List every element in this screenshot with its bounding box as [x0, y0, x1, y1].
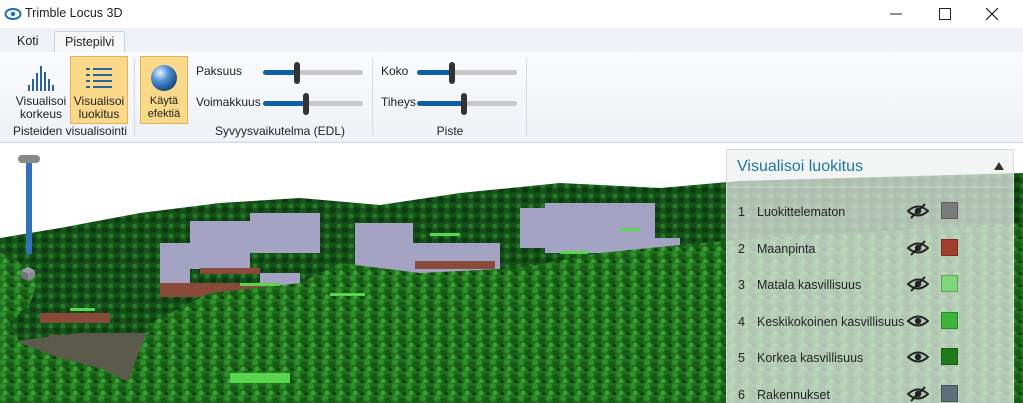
class-number: 3 — [738, 278, 745, 292]
slider-thumb[interactable] — [461, 93, 467, 115]
koko-label: Koko — [381, 64, 409, 78]
tiheys-slider[interactable] — [417, 93, 517, 115]
class-color-swatch[interactable] — [941, 238, 958, 256]
hidden-eye-icon[interactable] — [907, 276, 929, 292]
slider-fill — [263, 101, 306, 106]
class-row[interactable]: 6 Rakennukset — [727, 380, 1013, 403]
visualize-height-button[interactable]: Visualisoi korkeus — [12, 56, 70, 124]
navigation-widget — [8, 148, 48, 296]
paksuus-label: Paksuus — [196, 64, 243, 78]
hidden-eye-icon[interactable] — [907, 239, 929, 256]
maximize-icon — [939, 8, 951, 20]
tab-pistepilvi[interactable]: Pistepilvi — [54, 31, 126, 54]
panel-divider — [727, 187, 1013, 188]
koko-slider[interactable] — [417, 62, 517, 84]
group-divider — [526, 58, 527, 136]
view-cube-icon[interactable] — [20, 266, 36, 282]
slider-fill — [417, 101, 464, 106]
class-name: Luokittelematon — [757, 205, 846, 219]
zoom-slider-thumb[interactable] — [18, 155, 40, 163]
visible-eye-icon[interactable] — [907, 313, 929, 329]
class-row[interactable]: 5 Korkea kasvillisuus — [727, 343, 1013, 373]
group-label-points: Pisteiden visualisointi — [12, 124, 128, 138]
paksuus-slider[interactable] — [263, 62, 363, 84]
collapse-arrow-icon[interactable] — [993, 161, 1005, 171]
class-number: 6 — [738, 387, 745, 402]
zoom-slider[interactable] — [26, 155, 32, 255]
class-color-swatch[interactable] — [941, 202, 958, 219]
close-icon — [986, 8, 998, 20]
list-icon — [86, 68, 112, 88]
class-name: Matala kasvillisuus — [757, 278, 862, 292]
slider-thumb[interactable] — [449, 62, 455, 84]
class-name: Keskikokoinen kasvillisuus — [757, 314, 905, 329]
class-row[interactable]: 2 Maanpinta — [727, 234, 1013, 264]
group-divider — [134, 58, 135, 136]
slider-thumb[interactable] — [303, 93, 309, 115]
class-row[interactable]: 1 Luokittelematon — [727, 197, 1013, 227]
apply-effect-button[interactable]: Käytä efektiä — [140, 56, 188, 124]
voimakkuus-slider[interactable] — [263, 93, 363, 115]
ribbon: Visualisoi korkeus Visualisoi luokitus P… — [0, 52, 1023, 143]
close-button[interactable] — [969, 0, 1015, 28]
class-color-swatch[interactable] — [941, 311, 958, 329]
class-name: Maanpinta — [757, 241, 816, 256]
class-color-swatch[interactable] — [941, 348, 958, 365]
maximize-button[interactable] — [922, 0, 968, 28]
title-bar: Trimble Locus 3D — [0, 0, 1023, 29]
slider-thumb[interactable] — [294, 62, 300, 84]
class-row[interactable]: 3 Matala kasvillisuus — [727, 270, 1013, 300]
class-number: 2 — [738, 241, 745, 256]
visualize-classification-label: Visualisoi luokitus — [73, 94, 125, 121]
tiheys-label: Tiheys — [381, 95, 416, 109]
ribbon-tabs: Koti Pistepilvi — [0, 28, 1023, 54]
class-color-swatch[interactable] — [941, 275, 958, 292]
group-label-point: Piste — [436, 124, 464, 138]
class-row[interactable]: 4 Keskikokoinen kasvillisuus — [727, 307, 1013, 337]
class-color-swatch[interactable] — [941, 384, 958, 402]
apply-effect-label: Käytä efektiä — [147, 95, 181, 120]
hidden-eye-icon[interactable] — [907, 385, 929, 402]
class-number: 1 — [738, 205, 745, 219]
app-logo-icon — [4, 8, 22, 20]
minimize-button[interactable] — [873, 0, 919, 28]
point-cloud-viewport[interactable]: Visualisoi luokitus 1 Luokittelematon 2 Maa… — [0, 143, 1023, 403]
hidden-eye-icon[interactable] — [907, 203, 929, 219]
class-number: 5 — [738, 351, 745, 365]
visible-eye-icon[interactable] — [907, 349, 929, 365]
window-title: Trimble Locus 3D — [25, 6, 123, 20]
class-name: Korkea kasvillisuus — [757, 351, 864, 365]
panel-title: Visualisoi luokitus — [737, 158, 863, 175]
height-histogram-icon — [28, 66, 54, 91]
visualize-classification-button[interactable]: Visualisoi luokitus — [70, 56, 128, 124]
voimakkuus-label: Voimakkuus — [196, 95, 261, 109]
slider-fill — [417, 70, 452, 75]
minimize-icon — [890, 13, 902, 15]
sphere-icon — [151, 65, 177, 91]
class-number: 4 — [738, 314, 745, 329]
class-name: Rakennukset — [757, 387, 830, 402]
group-label-edl: Syvyysvaikutelma (EDL) — [214, 124, 346, 138]
visualize-height-label: Visualisoi korkeus — [15, 94, 67, 121]
tab-koti[interactable]: Koti — [7, 31, 49, 52]
classification-panel: Visualisoi luokitus 1 Luokittelematon 2 Maa… — [726, 149, 1014, 403]
slider-fill — [263, 70, 297, 75]
group-divider — [372, 58, 373, 136]
